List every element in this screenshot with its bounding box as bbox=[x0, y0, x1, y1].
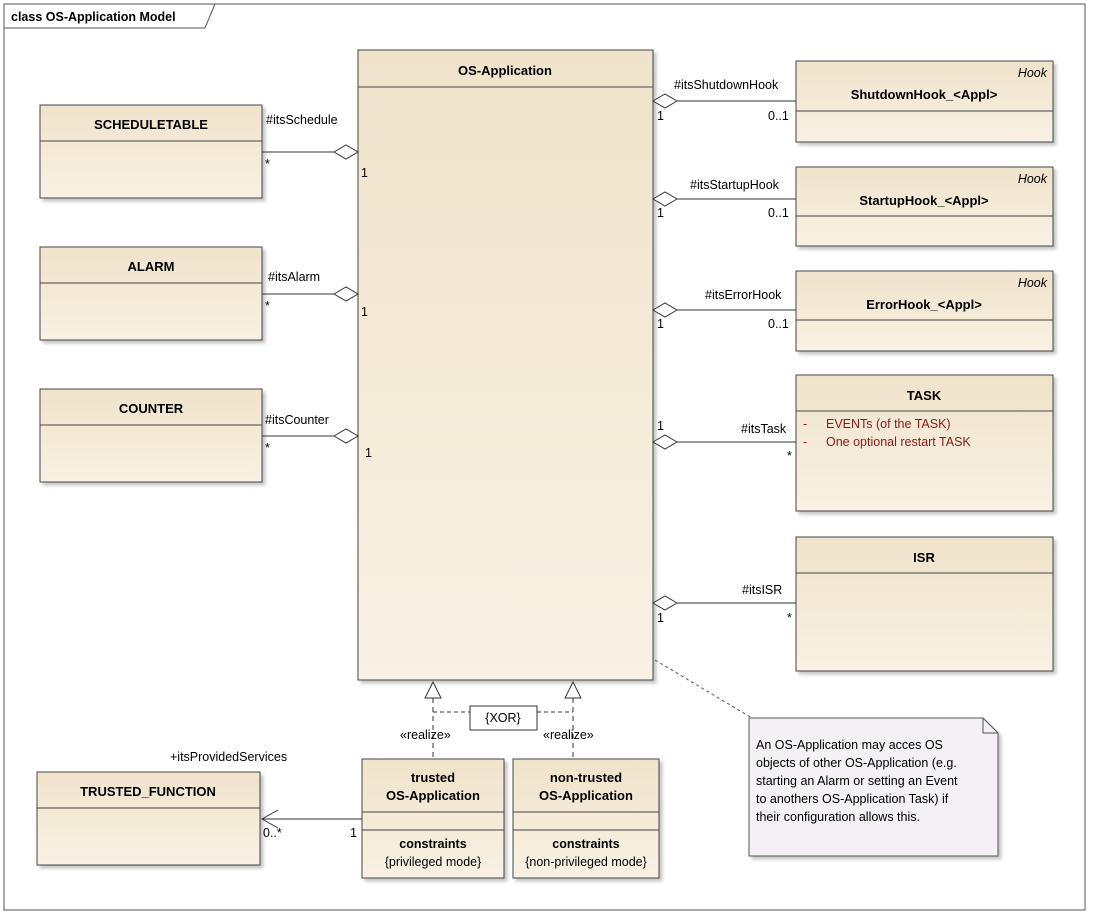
class-alarm[interactable]: ALARM bbox=[39, 246, 263, 341]
xor-label: {XOR} bbox=[485, 711, 520, 725]
class-isr[interactable]: ISR bbox=[795, 536, 1054, 672]
multiplicity-far: 1 bbox=[361, 166, 368, 180]
constraint-value: {privileged mode} bbox=[385, 855, 482, 869]
multiplicity-near: 1 bbox=[350, 826, 357, 840]
class-os-application[interactable]: OS-Application bbox=[357, 49, 654, 681]
realization-trusted[interactable]: «realize» bbox=[400, 680, 451, 759]
role-label: #itsStartupHook bbox=[690, 178, 780, 192]
role-label: #itsShutdownHook bbox=[674, 78, 779, 92]
association-shutdown-hook[interactable]: #itsShutdownHook 1 0..1 bbox=[652, 78, 796, 123]
realize-label: «realize» bbox=[543, 728, 594, 742]
note-access-rules[interactable]: An OS-Application may acces OS objects o… bbox=[748, 717, 999, 857]
class-trusted-function[interactable]: TRUSTED_FUNCTION bbox=[36, 771, 261, 866]
multiplicity-far: 0..1 bbox=[768, 109, 789, 123]
multiplicity-near: * bbox=[265, 441, 270, 455]
xor-constraint[interactable]: {XOR} bbox=[433, 705, 573, 731]
association-task[interactable]: #itsTask 1 * bbox=[652, 419, 796, 463]
constraint-value: {non-privileged mode} bbox=[525, 855, 647, 869]
note-line: to anothers OS-Application Task) if bbox=[756, 792, 949, 806]
class-name-line2: OS-Application bbox=[539, 788, 633, 803]
constraints-heading: constraints bbox=[399, 837, 466, 851]
multiplicity-near: * bbox=[265, 299, 270, 313]
association-alarm[interactable]: #itsAlarm * 1 bbox=[262, 270, 368, 319]
note-line: starting an Alarm or setting an Event bbox=[756, 774, 958, 788]
role-label: #itsAlarm bbox=[268, 270, 320, 284]
note-line: their configuration allows this. bbox=[756, 810, 920, 824]
class-name: TASK bbox=[907, 388, 942, 403]
multiplicity-far: * bbox=[787, 449, 792, 463]
class-diagram: class OS-Application Model OS-Applicatio… bbox=[3, 3, 1086, 911]
class-nontrusted-os-application[interactable]: non-trusted OS-Application constraints {… bbox=[512, 758, 660, 879]
multiplicity-far: 1 bbox=[365, 446, 372, 460]
multiplicity-near: 1 bbox=[657, 419, 664, 433]
class-trusted-os-application[interactable]: trusted OS-Application constraints {priv… bbox=[361, 758, 505, 879]
association-schedule[interactable]: #itsSchedule * 1 bbox=[262, 113, 368, 180]
task-attribute-restart: One optional restart TASK bbox=[826, 435, 971, 449]
class-counter[interactable]: COUNTER bbox=[39, 388, 263, 483]
stereotype-label: Hook bbox=[1018, 66, 1048, 80]
multiplicity-far: 0..1 bbox=[768, 317, 789, 331]
role-label: #itsISR bbox=[742, 583, 782, 597]
association-error-hook[interactable]: #itsErrorHook 1 0..1 bbox=[652, 288, 796, 331]
multiplicity-far: * bbox=[787, 611, 792, 625]
role-label: #itsTask bbox=[741, 422, 787, 436]
class-name: TRUSTED_FUNCTION bbox=[80, 784, 216, 799]
multiplicity-near: 1 bbox=[657, 206, 664, 220]
attribute-bullet: - bbox=[803, 417, 807, 431]
role-label: #itsErrorHook bbox=[705, 288, 782, 302]
class-shutdown-hook[interactable]: Hook ShutdownHook_<Appl> bbox=[795, 60, 1054, 143]
frame-title: class OS-Application Model bbox=[11, 10, 176, 24]
attribute-bullet: - bbox=[803, 435, 807, 449]
class-task[interactable]: TASK - EVENTs (of the TASK) - One option… bbox=[795, 374, 1054, 512]
class-error-hook[interactable]: Hook ErrorHook_<Appl> bbox=[795, 270, 1054, 352]
class-name: COUNTER bbox=[119, 401, 184, 416]
class-name: ALARM bbox=[128, 259, 175, 274]
class-name: OS-Application bbox=[458, 63, 552, 78]
class-startup-hook[interactable]: Hook StartupHook_<Appl> bbox=[795, 166, 1054, 247]
class-name-line1: non-trusted bbox=[550, 770, 622, 785]
class-name: StartupHook_<Appl> bbox=[859, 193, 989, 208]
multiplicity-near: 1 bbox=[657, 109, 664, 123]
class-name: ErrorHook_<Appl> bbox=[866, 297, 982, 312]
multiplicity-near: 1 bbox=[657, 317, 664, 331]
class-name-line2: OS-Application bbox=[386, 788, 480, 803]
note-line: objects of other OS-Application (e.g. bbox=[756, 756, 957, 770]
association-startup-hook[interactable]: #itsStartupHook 1 0..1 bbox=[652, 178, 796, 220]
task-attribute-events: EVENTs (of the TASK) bbox=[826, 417, 951, 431]
multiplicity-near: 1 bbox=[657, 611, 664, 625]
multiplicity-far: 1 bbox=[361, 305, 368, 319]
class-name: SCHEDULETABLE bbox=[94, 117, 208, 132]
class-scheduletable[interactable]: SCHEDULETABLE bbox=[39, 104, 263, 199]
note-anchor-line bbox=[654, 659, 753, 719]
class-name: ShutdownHook_<Appl> bbox=[851, 87, 998, 102]
multiplicity-far: 0..* bbox=[263, 826, 282, 840]
stereotype-label: Hook bbox=[1018, 172, 1048, 186]
multiplicity-far: 0..1 bbox=[768, 206, 789, 220]
class-name: ISR bbox=[913, 550, 935, 565]
class-name-line1: trusted bbox=[411, 770, 455, 785]
role-label: +itsProvidedServices bbox=[170, 750, 287, 764]
multiplicity-near: * bbox=[265, 157, 270, 171]
constraints-heading: constraints bbox=[552, 837, 619, 851]
realize-label: «realize» bbox=[400, 728, 451, 742]
association-isr[interactable]: #itsISR 1 * bbox=[652, 583, 796, 625]
note-line: An OS-Application may acces OS bbox=[756, 738, 943, 752]
realization-nontrusted[interactable]: «realize» bbox=[543, 680, 594, 759]
role-label: #itsSchedule bbox=[266, 113, 338, 127]
stereotype-label: Hook bbox=[1018, 276, 1048, 290]
association-counter[interactable]: #itsCounter * 1 bbox=[262, 413, 372, 460]
role-label: #itsCounter bbox=[265, 413, 329, 427]
